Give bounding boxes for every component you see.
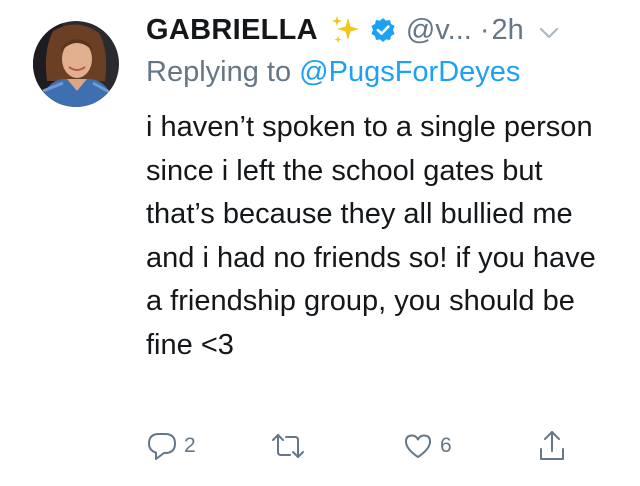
replying-to-line: Replying to @PugsForDeyes [146,56,520,89]
replying-prefix: Replying to [146,56,292,88]
chevron-down-icon[interactable] [538,19,560,41]
retweet-icon [270,430,306,462]
separator-dot: · [479,13,490,46]
tweet-actions: 2 6 [146,426,566,466]
reply-icon [146,430,178,462]
reply-count: 2 [184,434,196,457]
avatar-photo [33,21,119,107]
author-name[interactable]: GABRIELLA [146,14,318,47]
tweet-header: GABRIELLA @v... · 2h [146,8,626,52]
share-button[interactable] [536,426,568,466]
verified-badge-icon [370,17,396,43]
author-handle[interactable]: @v... [406,14,472,47]
tweet-timestamp[interactable]: 2h [492,14,524,47]
replying-to-mention[interactable]: @PugsForDeyes [299,56,520,88]
avatar[interactable] [33,21,119,107]
tweet-text: i haven’t spoken to a single person sinc… [146,111,596,361]
share-icon [536,429,568,463]
sparkles-icon [330,14,362,46]
like-button[interactable]: 6 [402,426,452,466]
like-count: 6 [440,434,452,457]
retweet-button[interactable] [270,426,312,466]
tweet-card[interactable]: GABRIELLA @v... · 2h Replying to @PugsFo… [0,0,640,486]
heart-icon [402,430,434,462]
reply-button[interactable]: 2 [146,426,196,466]
